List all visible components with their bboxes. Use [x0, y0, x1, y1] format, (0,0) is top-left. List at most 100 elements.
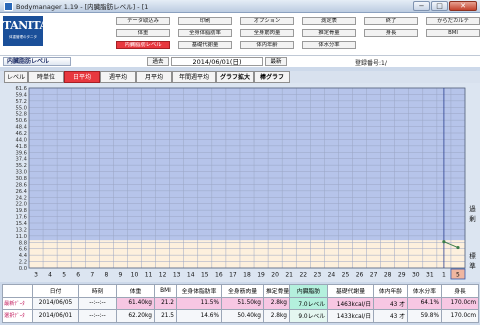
- x-tick-label-6: 9: [119, 272, 123, 279]
- x-tick-label-1: 4: [48, 272, 52, 279]
- x-tick-label-14: 17: [229, 272, 237, 279]
- x-tick-label-18: 21: [285, 272, 293, 279]
- data-point-1: [456, 245, 460, 250]
- zone-label-0-0: 過: [469, 204, 476, 213]
- x-tick-label-30: 5: [456, 272, 460, 279]
- menu-button-3-1[interactable]: 内臓脂肪レベル: [116, 41, 170, 49]
- y-tick-label-8: 44.0: [15, 137, 27, 143]
- table-cell: 64.1%: [407, 296, 442, 310]
- x-tick-label-5: 8: [104, 272, 108, 279]
- x-tick-label-11: 14: [187, 272, 195, 279]
- table-corner: [2, 284, 33, 298]
- zone-label-0-1: 剰: [469, 214, 476, 223]
- prev-button[interactable]: 過去: [147, 57, 169, 66]
- table-header-cell: 日付: [32, 284, 79, 298]
- y-tick-label-2: 57.2: [15, 99, 27, 105]
- x-tick-label-17: 20: [271, 272, 279, 279]
- y-tick-label-3: 55.0: [15, 105, 27, 111]
- y-tick-label-16: 26.4: [15, 189, 27, 195]
- table-cell: 51.50kg: [221, 296, 264, 310]
- x-tick-label-21: 24: [328, 272, 336, 279]
- tab-6[interactable]: グラフ拡大: [216, 71, 254, 83]
- tab-row: レベル 時単位 日平均 週平均 月平均 年間週平均 グラフ拡大 棒グラフ: [0, 71, 480, 83]
- menu-button-2-5[interactable]: 身長: [364, 29, 418, 37]
- menu-button-3-2[interactable]: 基礎代謝量: [178, 41, 232, 49]
- table-header-cell: 内臓脂肪: [289, 284, 328, 298]
- x-tick-label-26: 29: [398, 272, 406, 279]
- menu-button-1-3[interactable]: オプション: [240, 17, 294, 25]
- table-cell: --:--:--: [78, 296, 117, 310]
- visceral-fat-chart: 61.659.457.255.052.850.648.446.244.041.8…: [15, 86, 476, 280]
- y-tick-label-23: 11.0: [15, 234, 27, 240]
- menu-button-2-2[interactable]: 全身体脂肪率: [178, 29, 232, 37]
- y-tick-label-11: 37.4: [15, 157, 27, 163]
- header-menu: TANITA 体重管理のタニタ データ取込み 印刷 オプション 測定表 終了 からだカルテ…: [0, 13, 480, 55]
- menu-button-2-4[interactable]: 推定骨量: [302, 29, 356, 37]
- table-header-cell: 基礎代謝量: [327, 284, 374, 298]
- x-tick-label-13: 16: [215, 272, 223, 279]
- x-tick-label-8: 11: [145, 272, 153, 279]
- menu-button-2-6[interactable]: BMI: [426, 29, 480, 37]
- table-cell: 2.8kg: [263, 309, 290, 323]
- tab-5[interactable]: 年間週平均: [172, 71, 216, 83]
- tab-3[interactable]: 週平均: [100, 71, 136, 83]
- date-navigation: 内臓脂肪レベル 過去 2014/06/01(日) 最新 登録番号:1/: [0, 55, 480, 67]
- y-tick-label-19: 19.8: [15, 208, 27, 214]
- table-cell: 1433kcal/日: [327, 309, 374, 323]
- y-tick-label-20: 17.6: [15, 215, 27, 221]
- y-tick-label-14: 30.8: [15, 176, 27, 182]
- menu-button-1-6[interactable]: からだカルテ: [426, 17, 480, 25]
- menu-button-3-4[interactable]: 体水分率: [302, 41, 356, 49]
- y-tick-label-9: 41.8: [15, 144, 27, 150]
- tab-1[interactable]: 時単位: [28, 71, 64, 83]
- window-title: Bodymanager 1.19 - [内臓脂肪レベル] - [1: [16, 3, 149, 11]
- minimize-button[interactable]: −: [413, 1, 430, 11]
- next-button[interactable]: 最新: [265, 57, 287, 66]
- x-tick-label-22: 25: [342, 272, 350, 279]
- tab-2[interactable]: 日平均: [64, 71, 100, 83]
- menu-button-1-2[interactable]: 印刷: [178, 17, 232, 25]
- y-tick-label-24: 8.8: [19, 240, 27, 246]
- table-cell: 7.0レベル: [289, 296, 328, 310]
- table-cell: 21.2: [154, 296, 177, 310]
- x-tick-label-10: 13: [173, 272, 181, 279]
- registration-number: 登録番号:1/: [355, 58, 387, 67]
- menu-button-1-1[interactable]: データ取込み: [116, 17, 170, 25]
- x-tick-label-2: 5: [62, 272, 66, 279]
- close-button[interactable]: ✕: [449, 1, 477, 11]
- x-tick-label-23: 26: [356, 272, 364, 279]
- table-header-row: 日付 時刻 体重 BMI 全身体脂肪率 全身筋肉量 推定骨量 内臓脂肪 基礎代謝量 体内年齢 体水分…: [2, 284, 479, 298]
- tab-7[interactable]: 棒グラフ: [254, 71, 290, 83]
- table-row[interactable]: 最新ﾃﾞｰﾀ 2014/06/05 --:--:-- 61.40kg 21.2 11.5%…: [2, 296, 479, 310]
- table-cell: 14.6%: [176, 309, 222, 323]
- y-tick-label-22: 13.2: [15, 227, 27, 233]
- x-tick-label-25: 28: [384, 272, 392, 279]
- y-tick-label-15: 28.6: [15, 182, 27, 188]
- data-point-0: [442, 240, 446, 244]
- x-tick-label-24: 27: [370, 272, 378, 279]
- x-tick-label-3: 6: [76, 272, 80, 279]
- table-cell: 59.8%: [407, 309, 442, 323]
- tab-4[interactable]: 月平均: [136, 71, 172, 83]
- table-cell: --:--:--: [78, 309, 117, 323]
- menu-button-3-3[interactable]: 体内年齢: [240, 41, 294, 49]
- section-title: 内臓脂肪レベル: [3, 57, 71, 66]
- maximize-button[interactable]: □: [431, 1, 448, 11]
- zone-label-1-1: 準: [469, 261, 476, 270]
- zone-label-1-0: 標: [469, 251, 476, 260]
- date-display[interactable]: 2014/06/01(日): [171, 57, 263, 66]
- menu-button-1-4[interactable]: 測定表: [302, 17, 356, 25]
- x-tick-label-16: 19: [257, 272, 265, 279]
- table-cell: 43 才: [373, 309, 408, 323]
- table-cell: 50.40kg: [221, 309, 264, 323]
- y-tick-label-27: 2.2: [19, 260, 27, 266]
- menu-button-2-1[interactable]: 体重: [116, 29, 170, 37]
- registration-value: 1/: [381, 60, 387, 67]
- menu-button-1-5[interactable]: 終了: [364, 17, 418, 25]
- table-cell: 2.8kg: [263, 296, 290, 310]
- menu-button-2-3[interactable]: 全身筋肉量: [240, 29, 294, 37]
- table-cell: 170.0cm: [441, 309, 479, 323]
- table-row[interactable]: 選択ﾃﾞｰﾀ 2014/06/01 --:--:-- 62.20kg 21.5 14.6%…: [2, 309, 479, 323]
- x-tick-label-20: 23: [314, 272, 322, 279]
- title-bar: Bodymanager 1.19 - [内臓脂肪レベル] - [1 − □ ✕: [0, 0, 480, 13]
